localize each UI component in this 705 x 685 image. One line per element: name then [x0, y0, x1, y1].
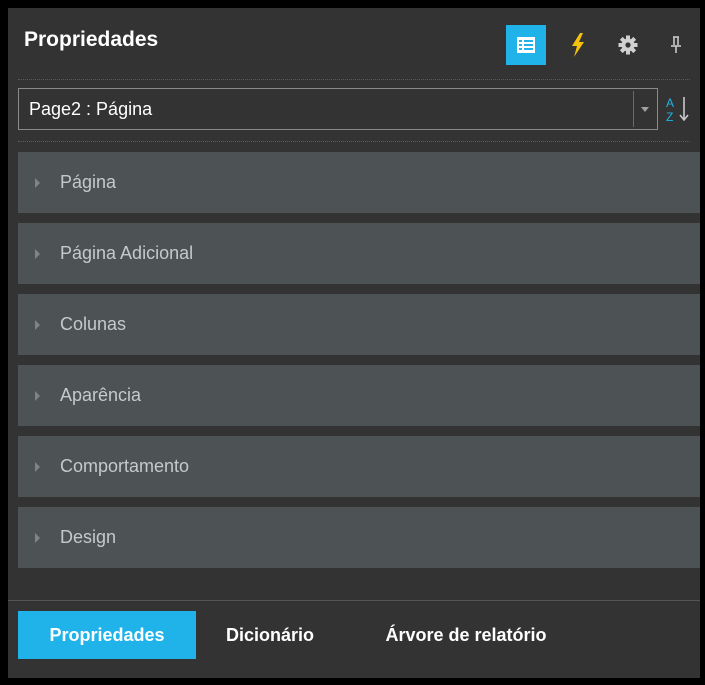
- category-label: Design: [60, 527, 117, 547]
- selector-divider: [18, 141, 690, 142]
- pin-icon: [671, 36, 681, 53]
- gear-icon: [618, 35, 638, 55]
- expand-arrow-icon: [35, 462, 40, 472]
- category-label: Colunas: [60, 314, 127, 334]
- header-divider: [18, 79, 690, 80]
- list-view-button[interactable]: [506, 25, 546, 65]
- expand-arrow-icon: [35, 320, 40, 330]
- panel-title: Propriedades: [24, 28, 159, 51]
- category-colunas[interactable]: Colunas: [18, 294, 700, 355]
- settings-button[interactable]: [608, 25, 648, 65]
- tab-arvore-de-relatorio[interactable]: Árvore de relatório: [344, 611, 588, 659]
- category-pagina[interactable]: Página: [18, 152, 700, 213]
- object-selector-value: Page2 : Página: [29, 99, 153, 119]
- category-label: Página: [60, 172, 117, 192]
- pin-button[interactable]: [656, 25, 696, 65]
- properties-panel: Propriedades Page2: Página A Z Página P…: [8, 8, 700, 678]
- expand-arrow-icon: [35, 533, 40, 543]
- expand-arrow-icon: [35, 249, 40, 259]
- expand-arrow-icon: [35, 178, 40, 188]
- lightning-icon: [572, 33, 584, 57]
- object-selector-dropdown-button[interactable]: [633, 91, 655, 127]
- category-label: Comportamento: [60, 456, 190, 476]
- bottom-tab-bar: Propriedades Dicionário Árvore de relató…: [8, 600, 700, 679]
- sort-alphabetical-button[interactable]: A Z: [660, 90, 696, 128]
- list-icon: [517, 37, 535, 53]
- sort-alphabetical-icon: A Z: [666, 96, 689, 124]
- events-button[interactable]: [558, 25, 598, 65]
- panel-header: Propriedades: [8, 8, 700, 80]
- tab-dicionario[interactable]: Dicionário: [204, 611, 336, 659]
- svg-text:Z: Z: [666, 110, 673, 124]
- category-pagina-adicional[interactable]: Página Adicional: [18, 223, 700, 284]
- object-selector[interactable]: Page2 : Página: [18, 88, 658, 130]
- chevron-down-icon: [640, 106, 649, 112]
- expand-arrow-icon: [35, 391, 40, 401]
- category-aparencia[interactable]: Aparência: [18, 365, 700, 426]
- category-comportamento[interactable]: Comportamento: [18, 436, 700, 497]
- category-label: Página Adicional: [60, 243, 194, 263]
- tab-propriedades[interactable]: Propriedades: [18, 611, 196, 659]
- category-design[interactable]: Design: [18, 507, 700, 568]
- svg-text:A: A: [666, 96, 674, 110]
- category-label: Aparência: [60, 385, 142, 405]
